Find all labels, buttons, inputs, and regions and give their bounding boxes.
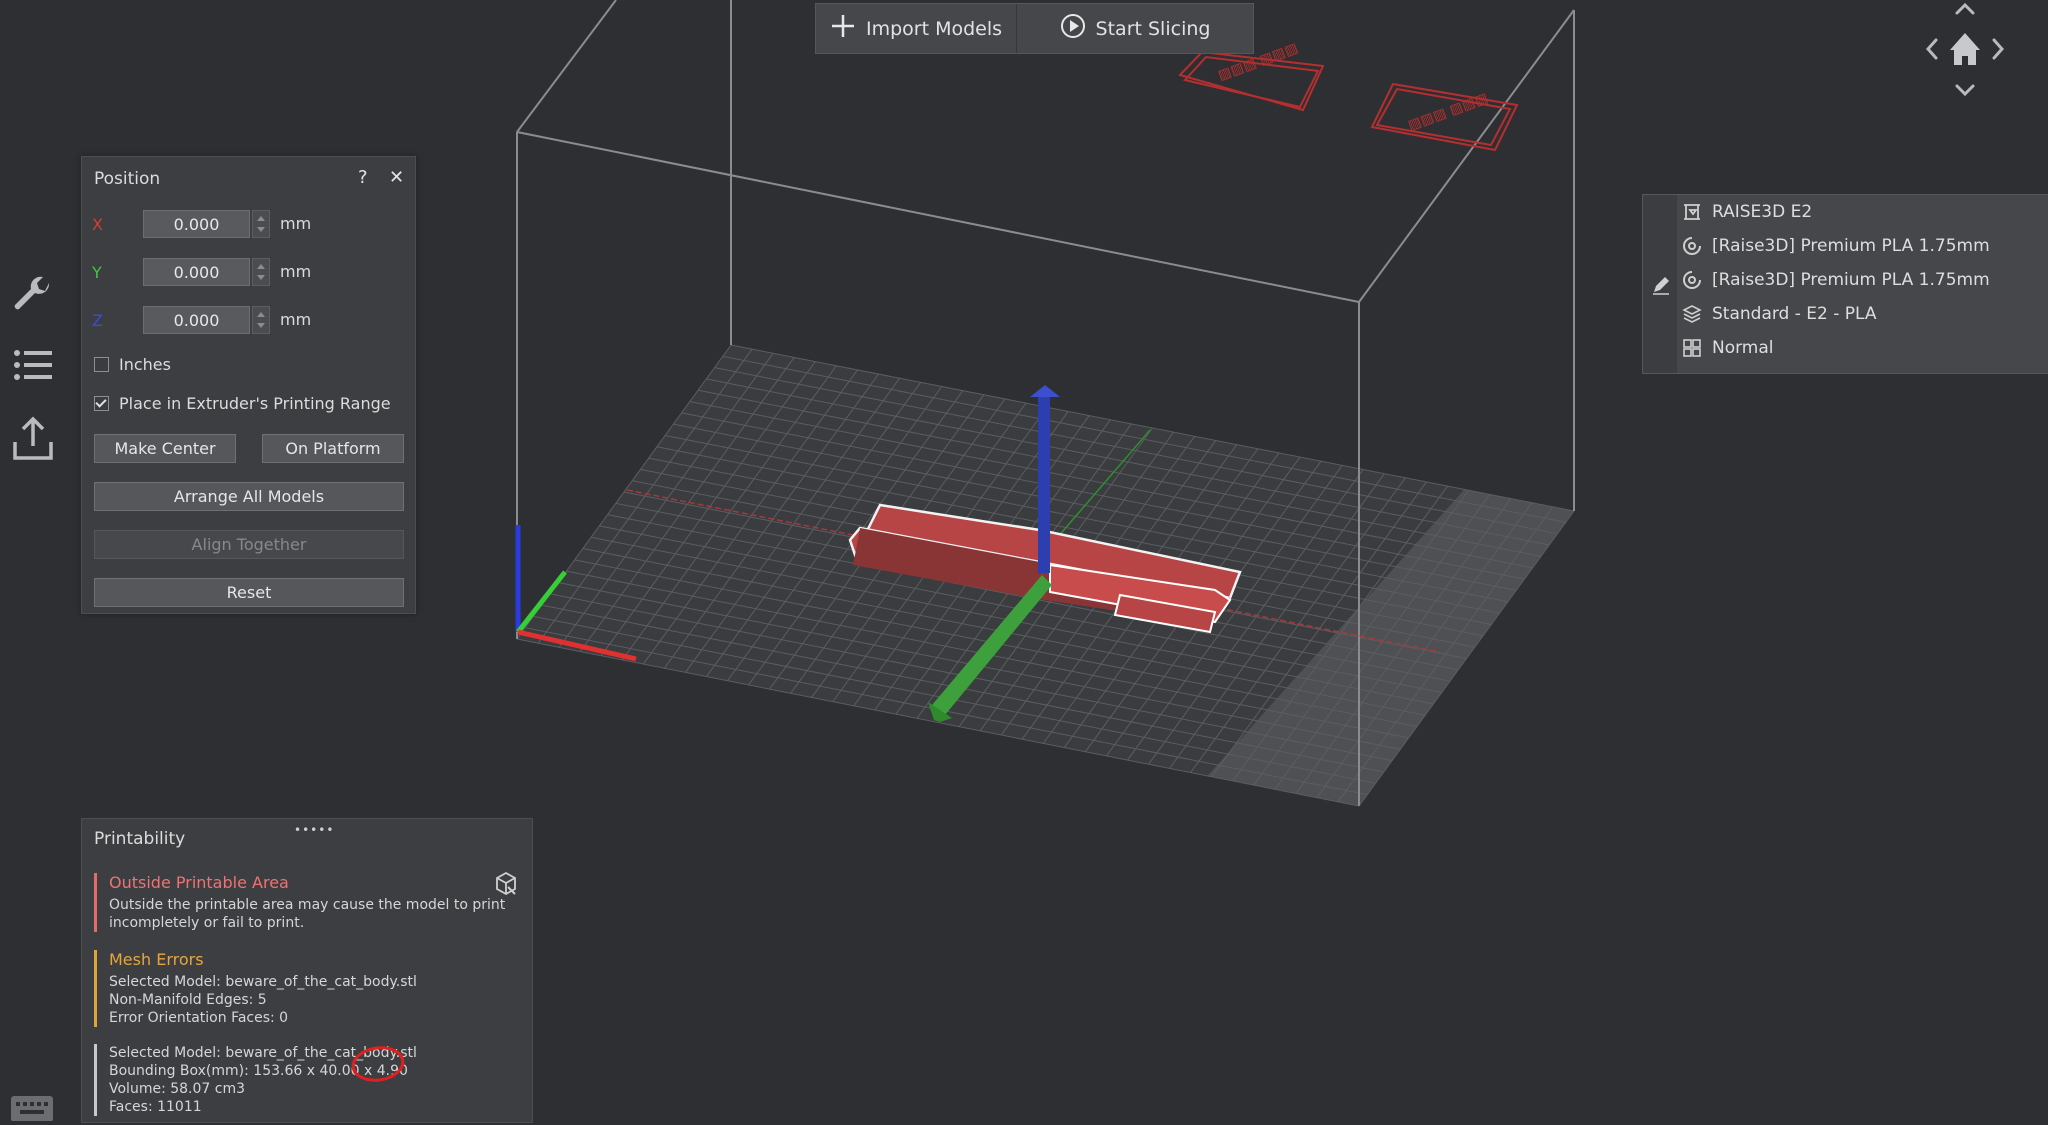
svg-text:▨▨▨ ▨▨▨: ▨▨▨ ▨▨▨	[1406, 90, 1490, 134]
y-position-stepper[interactable]	[252, 258, 270, 286]
arrange-all-models-button[interactable]: Arrange All Models	[94, 482, 404, 511]
x-position-row: X mm	[92, 210, 402, 240]
drag-handle[interactable]: •••••	[294, 823, 334, 837]
filament-spool-icon	[1681, 269, 1703, 291]
z-unit-label: mm	[280, 310, 312, 329]
plus-icon	[830, 13, 856, 44]
view-down-arrow-icon	[1955, 84, 1975, 97]
z-axis-label: Z	[92, 311, 103, 330]
printer-settings-panel: RAISE3D E2 [Raise3D] Premium PLA 1.75mm …	[1642, 194, 2048, 374]
place-in-range-checkbox[interactable]	[94, 396, 109, 411]
y-position-row: Y mm	[92, 258, 402, 288]
edit-pencil-icon[interactable]	[1651, 275, 1671, 299]
layers-icon	[1681, 303, 1703, 325]
y-axis-label: Y	[92, 263, 102, 282]
filament-right-row[interactable]: [Raise3D] Premium PLA 1.75mm	[1681, 265, 1990, 295]
mode-row[interactable]: Normal	[1681, 333, 1774, 363]
outside-area-title: Outside Printable Area	[109, 873, 289, 892]
x-axis-label: X	[92, 215, 103, 234]
close-icon[interactable]: ✕	[389, 167, 404, 188]
filament-left-row[interactable]: [Raise3D] Premium PLA 1.75mm	[1681, 231, 1990, 261]
profile-row[interactable]: Standard - E2 - PLA	[1681, 299, 1877, 329]
outside-area-line1: Outside the printable area may cause the…	[109, 897, 506, 913]
x-position-stepper[interactable]	[252, 210, 270, 238]
printer-icon	[1681, 201, 1703, 223]
x-unit-label: mm	[280, 214, 312, 233]
mesh-errors-model: Selected Model: beware_of_the_cat_body.s…	[109, 974, 417, 990]
mode-name: Normal	[1712, 338, 1774, 358]
position-panel-title: Position	[94, 169, 161, 189]
tools-wrench-icon[interactable]	[8, 270, 58, 320]
help-icon[interactable]: ?	[358, 167, 368, 188]
inches-checkbox-row[interactable]: Inches	[94, 355, 171, 374]
outside-area-message: Outside Printable Area Outside the print…	[94, 873, 505, 932]
annotation-circle	[351, 1046, 405, 1082]
view-navigation	[1925, 0, 2025, 100]
align-together-button[interactable]: Align Together	[94, 530, 404, 559]
printer-name: RAISE3D E2	[1712, 202, 1813, 222]
z-position-input[interactable]	[143, 306, 250, 334]
model-list-icon[interactable]	[8, 340, 58, 390]
view-up-arrow-icon	[1955, 2, 1975, 15]
start-slicing-button[interactable]: Start Slicing	[1017, 4, 1253, 53]
export-upload-icon[interactable]	[8, 413, 58, 463]
model-info-faces: Faces: 11011	[109, 1099, 202, 1115]
printability-panel: ••••• Printability Outside Printable Are…	[81, 818, 533, 1123]
mesh-errors-faces: Error Orientation Faces: 0	[109, 1010, 289, 1026]
printability-title: Printability	[94, 829, 186, 849]
inches-label: Inches	[119, 355, 171, 374]
y-position-input[interactable]	[143, 258, 250, 286]
printer-row[interactable]: RAISE3D E2	[1681, 197, 1812, 227]
make-center-button[interactable]: Make Center	[94, 434, 236, 463]
filament-left-name: [Raise3D] Premium PLA 1.75mm	[1712, 236, 1990, 256]
on-platform-button[interactable]: On Platform	[262, 434, 404, 463]
place-in-range-label: Place in Extruder's Printing Range	[119, 394, 391, 413]
import-models-button[interactable]: Import Models	[816, 4, 1017, 53]
place-in-range-checkbox-row[interactable]: Place in Extruder's Printing Range	[94, 394, 391, 413]
inches-checkbox[interactable]	[94, 357, 109, 372]
filament-right-name: [Raise3D] Premium PLA 1.75mm	[1712, 270, 1990, 290]
outside-area-line2: incompletely or fail to print.	[109, 915, 305, 931]
z-position-stepper[interactable]	[252, 306, 270, 334]
import-models-label: Import Models	[865, 17, 1003, 40]
mesh-errors-title: Mesh Errors	[109, 950, 204, 969]
filament-spool-icon	[1681, 235, 1703, 257]
y-unit-label: mm	[280, 262, 312, 281]
view-right-arrow-icon	[1992, 38, 2005, 60]
play-circle-icon	[1060, 13, 1086, 44]
keyboard-icon[interactable]	[10, 1094, 54, 1122]
grid-mode-icon	[1681, 337, 1703, 359]
mesh-errors-edges: Non-Manifold Edges: 5	[109, 992, 267, 1008]
position-panel: Position ? ✕ X mm Y mm Z mm Inches Place…	[81, 156, 416, 614]
home-view-icon	[1950, 33, 1980, 65]
mesh-errors-message: Mesh Errors Selected Model: beware_of_th…	[94, 950, 417, 1027]
profile-name: Standard - E2 - PLA	[1712, 304, 1877, 324]
x-position-input[interactable]	[143, 210, 250, 238]
z-position-row: Z mm	[92, 306, 402, 336]
start-slicing-label: Start Slicing	[1095, 17, 1211, 40]
view-left-arrow-icon	[1925, 38, 1938, 60]
reset-button[interactable]: Reset	[94, 578, 404, 607]
main-toolbar: Import Models Start Slicing	[815, 3, 1254, 54]
